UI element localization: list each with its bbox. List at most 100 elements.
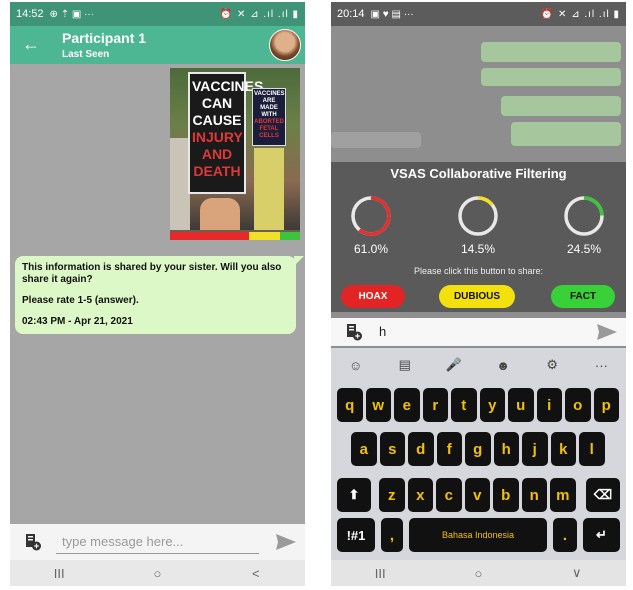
blurred-message <box>511 122 621 146</box>
key-u[interactable]: u <box>508 388 534 422</box>
period-key[interactable]: . <box>553 518 577 552</box>
compose-bar: h <box>331 318 626 346</box>
message-timestamp: 02:43 PM - Apr 21, 2021 <box>22 316 133 327</box>
key-m[interactable]: m <box>550 478 576 512</box>
fact-percent: 24.5% <box>566 242 602 256</box>
home-button[interactable]: ○ <box>137 566 177 581</box>
protest-photo: VACCINES CAN CAUSE INJURY AND DEATH VACC… <box>170 68 300 230</box>
status-system-icons: ⏰ ✕ ⊿ .ıl .ıl ▮ <box>219 8 299 20</box>
key-e[interactable]: e <box>394 388 420 422</box>
back-button[interactable]: < <box>236 566 276 581</box>
left-phone-screen: 14:52 ⊕ ⇡ ▣ ··· ⏰ ✕ ⊿ .ıl .ıl ▮ ← Partic… <box>10 2 305 586</box>
system-nav-bar: III ○ ∨ <box>331 560 626 586</box>
comma-key[interactable]: , <box>381 518 403 552</box>
home-button[interactable]: ○ <box>458 566 498 581</box>
clipboard-icon[interactable]: ▤ <box>390 357 420 373</box>
message-input-bar <box>10 524 305 560</box>
rating-segment <box>249 232 281 240</box>
key-q[interactable]: q <box>337 388 363 422</box>
right-phone-screen: 20:14 ▣ ♥ ▤ ··· ⏰ ✕ ⊿ .ıl .ıl ▮ VSAS Col… <box>331 2 626 586</box>
status-system-icons: ⏰ ✕ ⊿ .ıl .ıl ▮ <box>540 8 620 20</box>
key-v[interactable]: v <box>464 478 490 512</box>
blurred-message <box>331 132 421 148</box>
dubious-percent: 14.5% <box>460 242 496 256</box>
hoax-percent: 61.0% <box>353 242 389 256</box>
contact-last-seen: Last Seen <box>62 49 110 60</box>
key-i[interactable]: i <box>536 388 562 422</box>
emoji-icon[interactable]: ☻ <box>488 358 518 373</box>
status-bar: 20:14 ▣ ♥ ▤ ··· ⏰ ✕ ⊿ .ıl .ıl ▮ <box>331 2 626 26</box>
symbols-key[interactable]: !#1 <box>337 518 375 552</box>
chat-header: ← Participant 1 Last Seen <box>10 26 305 64</box>
message-bubble: This information is shared by your siste… <box>15 256 304 334</box>
keyboard-toolbar: ☺ ▤ 🎤 ☻ ⚙ ··· <box>331 354 626 376</box>
key-b[interactable]: b <box>493 478 519 512</box>
protest-sign-small: VACCINES ARE MADE WITH ABORTED FETAL CEL… <box>252 88 286 146</box>
status-time: 14:52 <box>16 8 44 20</box>
hoax-gauge <box>351 196 391 236</box>
status-notification-icons: ⊕ ⇡ ▣ ··· <box>49 8 95 20</box>
key-l[interactable]: l <box>579 432 605 466</box>
attach-file-icon[interactable] <box>345 323 363 341</box>
key-w[interactable]: w <box>365 388 391 422</box>
image-message[interactable]: VACCINES CAN CAUSE INJURY AND DEATH VACC… <box>170 68 300 240</box>
photo-person <box>170 138 190 230</box>
message-question: This information is shared by your siste… <box>22 262 282 285</box>
hoax-button[interactable]: HOAX <box>341 285 405 308</box>
status-bar: 14:52 ⊕ ⇡ ▣ ··· ⏰ ✕ ⊿ .ıl .ıl ▮ <box>10 2 305 26</box>
key-f[interactable]: f <box>436 432 462 466</box>
attach-file-icon[interactable] <box>24 533 42 551</box>
dubious-button[interactable]: DUBIOUS <box>439 285 515 308</box>
blurred-message <box>481 42 621 62</box>
key-a[interactable]: a <box>351 432 377 466</box>
key-r[interactable]: r <box>422 388 448 422</box>
space-key[interactable]: Bahasa Indonesia <box>409 518 547 552</box>
rating-segment <box>280 232 300 240</box>
blurred-message <box>481 68 621 86</box>
photo-person <box>254 148 284 230</box>
message-input[interactable]: h <box>379 324 386 339</box>
rating-color-bar <box>170 232 300 240</box>
settings-gear-icon[interactable]: ⚙ <box>537 357 567 373</box>
key-s[interactable]: s <box>379 432 405 466</box>
sticker-icon[interactable]: ☺ <box>341 358 371 373</box>
system-nav-bar: III ○ < <box>10 560 305 586</box>
key-z[interactable]: z <box>379 478 405 512</box>
back-arrow-icon[interactable]: ← <box>22 34 40 55</box>
key-t[interactable]: t <box>451 388 477 422</box>
key-y[interactable]: y <box>479 388 505 422</box>
key-j[interactable]: j <box>522 432 548 466</box>
key-x[interactable]: x <box>407 478 433 512</box>
fact-gauge <box>564 196 604 236</box>
status-time: 20:14 <box>337 8 365 20</box>
recent-apps-button[interactable]: III <box>360 566 400 581</box>
hide-keyboard-button[interactable]: ∨ <box>557 565 597 581</box>
enter-key[interactable]: ↵ <box>583 518 620 552</box>
rating-segment <box>170 232 250 240</box>
backspace-key[interactable]: ⌫ <box>586 478 620 512</box>
photo-person <box>200 198 240 230</box>
key-k[interactable]: k <box>550 432 576 466</box>
key-p[interactable]: p <box>593 388 619 422</box>
blurred-message <box>501 96 621 116</box>
contact-name: Participant 1 <box>62 30 147 46</box>
shift-key[interactable]: ⬆ <box>337 478 371 512</box>
key-h[interactable]: h <box>493 432 519 466</box>
key-c[interactable]: c <box>436 478 462 512</box>
key-n[interactable]: n <box>521 478 547 512</box>
status-notification-icons: ▣ ♥ ▤ ··· <box>370 8 414 20</box>
message-input[interactable] <box>56 530 259 554</box>
key-g[interactable]: g <box>465 432 491 466</box>
message-rating-prompt: Please rate 1-5 (answer). <box>22 295 139 306</box>
protest-sign-main: VACCINES CAN CAUSE INJURY AND DEATH <box>188 72 263 194</box>
key-o[interactable]: o <box>565 388 591 422</box>
microphone-icon[interactable]: 🎤 <box>439 357 469 373</box>
vsas-panel: VSAS Collaborative Filtering 61.0% 14.5%… <box>331 162 626 312</box>
avatar[interactable] <box>269 29 301 61</box>
recent-apps-button[interactable]: III <box>39 566 79 581</box>
key-d[interactable]: d <box>408 432 434 466</box>
more-options-icon[interactable]: ··· <box>586 358 616 373</box>
send-icon[interactable] <box>275 533 297 551</box>
send-icon[interactable] <box>596 323 618 341</box>
fact-button[interactable]: FACT <box>551 285 615 308</box>
